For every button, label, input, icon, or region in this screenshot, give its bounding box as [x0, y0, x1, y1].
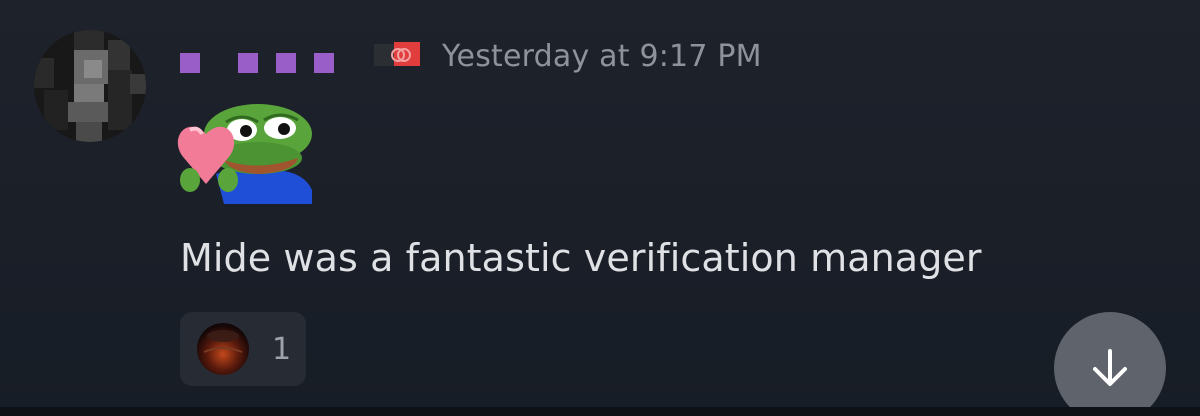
- message-header: Yesterday at 9:17 PM: [180, 34, 762, 78]
- arrow-down-icon: [1093, 349, 1127, 386]
- reaction-count: 1: [272, 331, 292, 367]
- redaction-block: [238, 53, 258, 73]
- message-text: Mide was a fantastic verification manage…: [180, 236, 982, 280]
- message-timestamp: Yesterday at 9:17 PM: [442, 38, 762, 74]
- chat-view: Yesterday at 9:17 PM Mide was a fantasti…: [0, 0, 1200, 416]
- username-redacted[interactable]: [180, 53, 334, 73]
- pixelated-avatar-icon: [34, 30, 146, 142]
- dark-orb-emoji-icon: [197, 323, 249, 375]
- role-badge-icon[interactable]: [374, 42, 420, 72]
- bottom-divider: [0, 407, 1200, 416]
- jump-to-present-button[interactable]: [1054, 312, 1166, 416]
- reaction-pill[interactable]: 1: [180, 312, 306, 386]
- redaction-block: [180, 53, 200, 73]
- redaction-block: [314, 53, 334, 73]
- user-avatar[interactable]: [34, 30, 146, 142]
- redaction-block: [276, 53, 296, 73]
- pepe-heart-sticker-icon[interactable]: [176, 100, 316, 204]
